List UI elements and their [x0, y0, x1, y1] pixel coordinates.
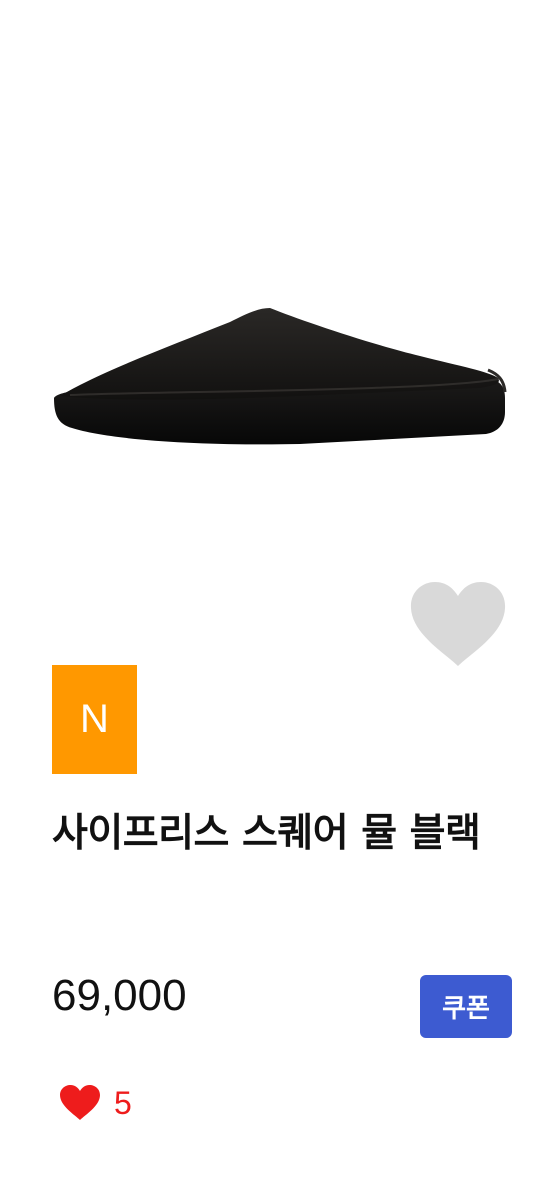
shoe-image	[54, 308, 507, 445]
wishlist-button[interactable]	[406, 578, 510, 672]
new-badge: N	[52, 665, 137, 774]
new-badge-label: N	[80, 697, 109, 741]
product-image[interactable]	[0, 0, 554, 560]
product-title: 사이프리스 스퀘어 뮬 블랙	[52, 811, 481, 856]
product-price: 69,000	[52, 971, 187, 1020]
heart-outline-icon	[410, 582, 506, 666]
heart-icon	[60, 1085, 100, 1120]
coupon-button[interactable]: 쿠폰	[420, 975, 512, 1038]
like-row: 5	[58, 1083, 132, 1123]
like-count: 5	[114, 1085, 132, 1121]
coupon-label: 쿠폰	[442, 994, 490, 1024]
